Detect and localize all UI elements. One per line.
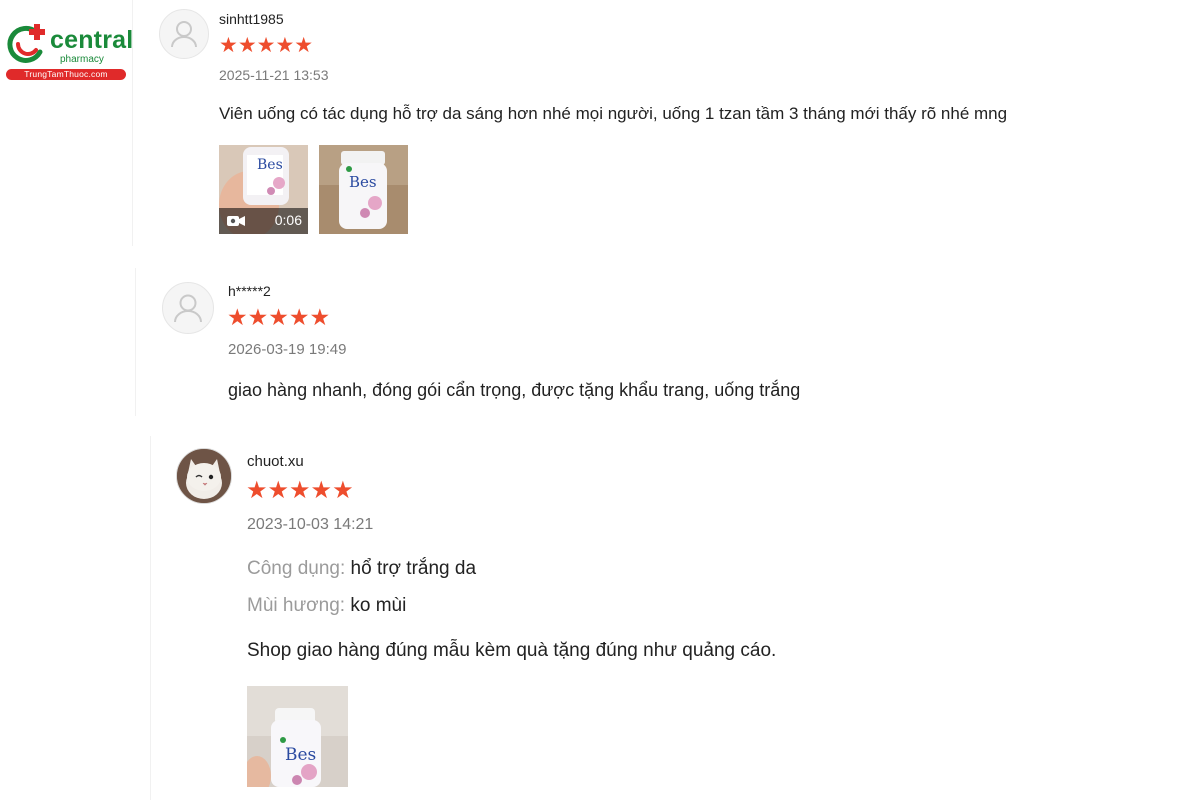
review-username[interactable]: sinhtt1985 [219,11,284,27]
review-username[interactable]: h*****2 [228,283,271,299]
review-card: chuot.xu ★★★★★ 2023-10-03 14:21 Công dụn… [150,436,1200,800]
rating-stars: ★★★★★ [246,479,354,503]
attribute-row: Công dụng: hổ trợ trắng da [247,558,476,580]
brand-tagline: pharmacy [60,54,104,65]
review-username[interactable]: chuot.xu [247,453,304,470]
avatar-cat-icon[interactable] [176,448,232,504]
review-text: Viên uống có tác dụng hỗ trợ da sáng hơn… [219,104,1008,123]
video-duration: 0:06 [274,212,302,228]
rating-stars: ★★★★★ [219,35,313,56]
review-image-thumbnail[interactable]: Bes [247,686,348,787]
attribute-key: Mùi hương: [247,595,346,616]
review-image-thumbnail[interactable]: Bes [319,145,408,234]
svg-text:Bes: Bes [285,745,316,765]
pharmacy-cross-icon [6,22,50,66]
review-card: h*****2 ★★★★★ 2026-03-19 19:49 giao hàng… [135,268,1200,416]
attribute-value: hổ trợ trắng da [350,558,477,579]
review-text: Shop giao hàng đúng mẫu kèm quà tặng đún… [247,640,777,661]
video-overlay-bar: 0:06 [219,208,308,234]
review-card: sinhtt1985 ★★★★★ 2025-11-21 13:53 Viên u… [132,0,1200,246]
attribute-value: ko mùi [350,595,407,616]
brand-name: central [50,26,134,54]
review-date: 2025-11-21 13:53 [219,67,329,83]
rating-stars: ★★★★★ [227,306,330,329]
rating-stars-glyphs: ★★★★★ [227,304,331,330]
review-text: giao hàng nhanh, đóng gói cẩn trọng, đượ… [228,380,801,400]
rating-stars-glyphs: ★★★★★ [246,477,354,504]
review-date: 2026-03-19 19:49 [228,341,347,358]
review-date: 2023-10-03 14:21 [247,516,374,533]
avatar-placeholder-icon[interactable] [162,282,214,334]
svg-text:Bes: Bes [349,173,377,191]
video-camera-icon [227,216,245,226]
svg-text:Bes: Bes [257,157,283,173]
avatar-placeholder-icon[interactable] [159,9,209,59]
brand-site: TrungTamThuoc.com [6,69,126,80]
rating-stars-glyphs: ★★★★★ [219,34,314,57]
review-video-thumbnail[interactable]: Bes 0:06 [219,145,308,234]
brand-logo: central pharmacy TrungTamThuoc.com [6,22,133,82]
attribute-row: Mùi hương: ko mùi [247,595,406,617]
attribute-key: Công dụng: [247,558,346,579]
